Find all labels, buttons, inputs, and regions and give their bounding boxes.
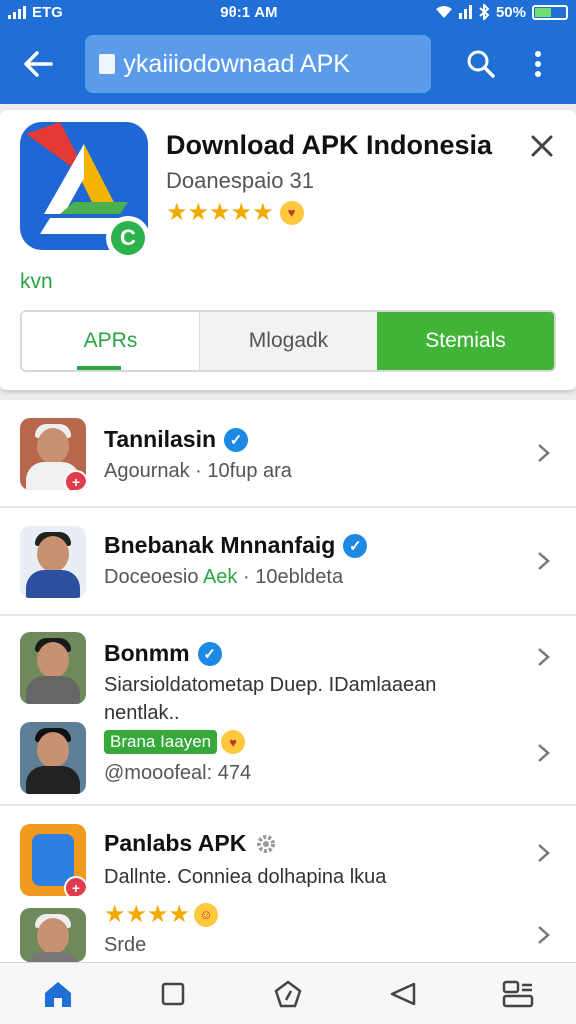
avatar: [20, 526, 86, 598]
gear-icon: [257, 834, 276, 853]
avatar: [20, 908, 86, 962]
avatar: [20, 722, 86, 794]
more-vert-icon[interactable]: [517, 42, 560, 86]
search-icon[interactable]: [459, 42, 502, 86]
list-item[interactable]: + Tannilasin ✓ Agournak · 10fup ara: [0, 400, 576, 508]
app-icon[interactable]: C: [20, 122, 150, 260]
back-arrow-icon[interactable]: [16, 42, 59, 86]
item-handle: @mooofeal: 474: [104, 762, 252, 784]
app-title: Download APK Indonesia: [166, 130, 493, 160]
avatar: [20, 632, 86, 704]
app-bar: ykaiiiodownaad APK: [0, 24, 576, 104]
list-item[interactable]: Bnebanak Mnnanfaig ✓ Doceoesio Aek · 10e…: [0, 508, 576, 616]
item-title: Bnebanak Mnnanfaig: [104, 532, 336, 558]
battery-icon: [531, 4, 568, 20]
file-icon: [99, 54, 116, 74]
chevron-right-icon[interactable]: [532, 842, 554, 864]
bluetooth-icon: [479, 4, 490, 20]
verified-icon: ✓: [343, 533, 368, 558]
carrier-label: EΤG: [32, 3, 63, 21]
card-label: kvn: [20, 270, 53, 293]
profile-list-icon[interactable]: [494, 970, 542, 1018]
smile-emoji-icon: ☺: [194, 902, 219, 927]
item-tail: Srde: [104, 934, 147, 956]
rating-stars: ★★★★: [104, 901, 191, 928]
chevron-right-icon[interactable]: [532, 742, 554, 764]
heart-eyes-emoji-icon: ♥: [221, 730, 246, 754]
chevron-right-icon[interactable]: [532, 550, 554, 572]
cell-signal-icon: [458, 5, 472, 19]
heart-eyes-emoji-icon: ♥: [279, 200, 304, 225]
tag-pill: Brana Iaayen: [104, 730, 218, 754]
plus-badge-icon: +: [64, 470, 86, 490]
app-icon: +: [20, 824, 86, 896]
wifi-icon: [435, 6, 452, 18]
item-title: Panlabs APK: [104, 830, 247, 856]
battery-percent: 50%: [495, 3, 526, 21]
clock: 9θ:1 AM: [220, 3, 278, 21]
bottom-nav: [0, 962, 576, 1024]
avatar: +: [20, 418, 86, 490]
list-item[interactable]: Bonmm ✓ Siarsioldatometap Duep. IDamlaae…: [0, 616, 576, 806]
chevron-right-icon[interactable]: [532, 646, 554, 668]
segment-mlogadk[interactable]: Mlogadk: [200, 312, 377, 370]
rating-stars: ★★★★★: [166, 199, 274, 226]
item-title: Bonmm: [104, 640, 190, 666]
result-list: + Tannilasin ✓ Agournak · 10fup ara Bneb…: [0, 400, 576, 964]
segment-stemials[interactable]: Stemials: [377, 312, 554, 370]
home-icon[interactable]: [34, 970, 82, 1018]
app-rating: ★★★★★ ♥: [166, 198, 304, 227]
status-bar: EΤG 9θ:1 AM 50%: [0, 0, 576, 24]
app-card: C Download APK Indonesia Doanespaio 31 ★…: [0, 110, 576, 390]
verified-icon: ✓: [197, 641, 222, 666]
item-description: Siarsioldatometap Duep. IDamlaaean: [104, 674, 437, 696]
item-title: Tannilasin: [104, 426, 217, 452]
item-subtitle: Agournak · 10fup ara: [104, 460, 292, 482]
segmented-control: APRs Mlogadk Stemials: [20, 310, 556, 372]
item-description-more: nentlak..: [104, 702, 180, 724]
signal-icon: [8, 5, 26, 19]
close-icon[interactable]: [528, 132, 556, 160]
item-subtitle: Doceoesio Aek · 10ebldeta: [104, 566, 344, 588]
pentagon-icon[interactable]: [264, 970, 312, 1018]
back-triangle-icon[interactable]: [379, 970, 427, 1018]
app-badge-icon: C: [106, 216, 150, 260]
search-input[interactable]: ykaiiiodownaad APK: [85, 35, 432, 93]
plus-badge-icon: +: [64, 876, 86, 896]
segment-aprs[interactable]: APRs: [22, 312, 200, 370]
verified-icon: ✓: [224, 427, 249, 452]
square-icon[interactable]: [149, 970, 197, 1018]
chevron-right-icon[interactable]: [532, 442, 554, 464]
list-item[interactable]: + Panlabs APK Dallnte. Conniea dolhapina…: [0, 806, 576, 964]
app-subtitle: Doanespaio 31: [166, 168, 315, 193]
chevron-right-icon[interactable]: [532, 924, 554, 946]
search-input-value: ykaiiiodownaad APK: [123, 49, 350, 78]
item-description: Dallnte. Conniea dolhapina lkua: [104, 866, 387, 888]
